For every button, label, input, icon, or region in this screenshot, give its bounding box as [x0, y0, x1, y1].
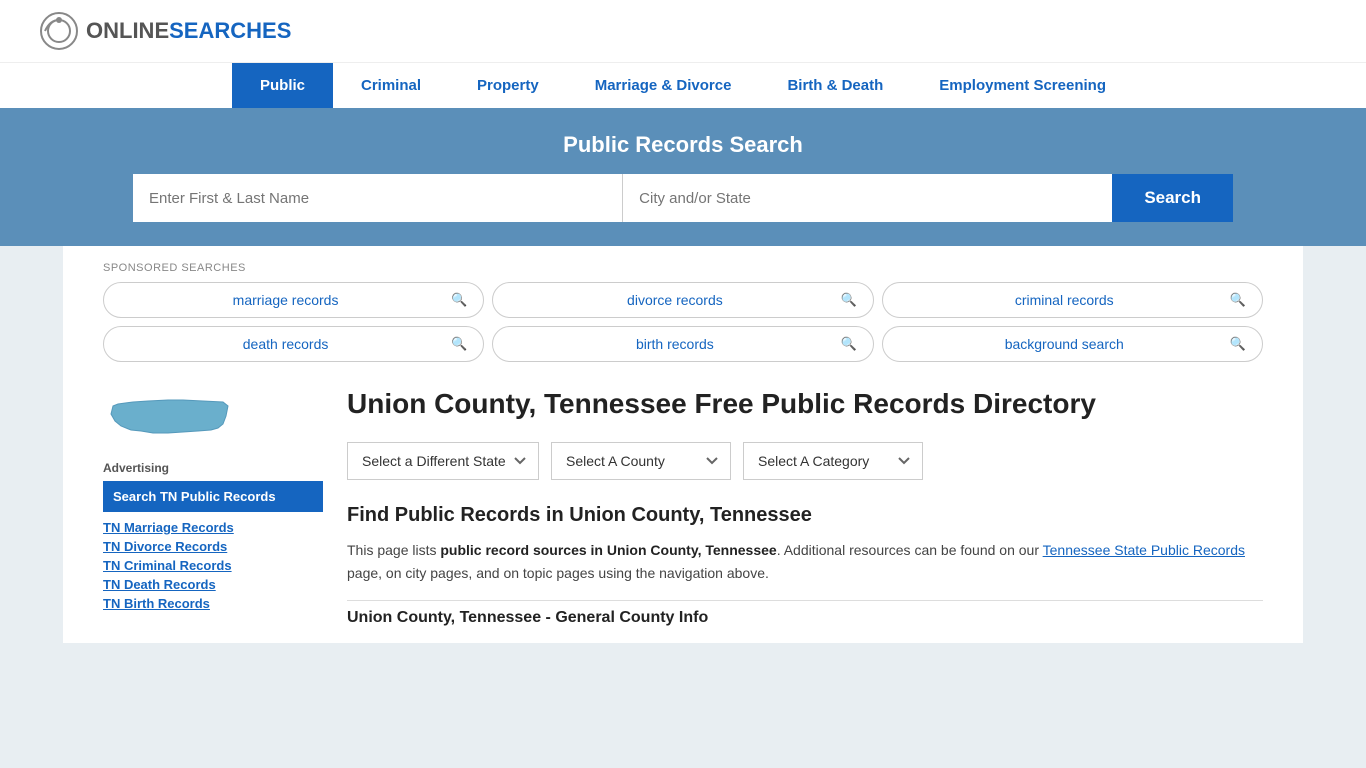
- category-dropdown[interactable]: Select A Category: [743, 442, 923, 480]
- sidebar: Advertising Search TN Public Records TN …: [103, 386, 323, 627]
- sponsored-item-background[interactable]: background search 🔍: [882, 326, 1263, 362]
- nav-birth-death[interactable]: Birth & Death: [759, 63, 911, 108]
- description-link[interactable]: Tennessee State Public Records: [1043, 542, 1245, 558]
- sponsored-item-divorce[interactable]: divorce records 🔍: [492, 282, 873, 318]
- sidebar-link-birth[interactable]: TN Birth Records: [103, 596, 323, 611]
- search-icon-2: 🔍: [1230, 292, 1246, 308]
- sponsored-item-criminal[interactable]: criminal records 🔍: [882, 282, 1263, 318]
- nav-property[interactable]: Property: [449, 63, 567, 108]
- search-icon-1: 🔍: [840, 292, 856, 308]
- header: ONLINESEARCHES: [0, 0, 1366, 62]
- logo-text: ONLINESEARCHES: [86, 18, 291, 44]
- logo[interactable]: ONLINESEARCHES: [40, 12, 291, 50]
- sidebar-ad-highlight[interactable]: Search TN Public Records: [103, 481, 323, 512]
- sponsored-item-birth[interactable]: birth records 🔍: [492, 326, 873, 362]
- search-icon-4: 🔍: [840, 336, 856, 352]
- logo-icon: [40, 12, 78, 50]
- description-text: This page lists public record sources in…: [347, 539, 1263, 584]
- search-form: Search: [133, 174, 1233, 222]
- nav-marriage-divorce[interactable]: Marriage & Divorce: [567, 63, 760, 108]
- description-part1: This page lists: [347, 542, 440, 558]
- tennessee-state-shape: [103, 386, 233, 446]
- sponsored-text-birth: birth records: [509, 336, 840, 352]
- nav-public[interactable]: Public: [232, 63, 333, 108]
- page-title: Union County, Tennessee Free Public Reco…: [347, 386, 1263, 422]
- general-info-heading: Union County, Tennessee - General County…: [347, 609, 1263, 627]
- sidebar-links: TN Marriage Records TN Divorce Records T…: [103, 520, 323, 611]
- sponsored-item-marriage[interactable]: marriage records 🔍: [103, 282, 484, 318]
- sponsored-label: SPONSORED SEARCHES: [103, 262, 1263, 274]
- main-content: Union County, Tennessee Free Public Reco…: [347, 386, 1263, 627]
- state-image-container: [103, 386, 323, 449]
- sponsored-item-death[interactable]: death records 🔍: [103, 326, 484, 362]
- search-icon-5: 🔍: [1230, 336, 1246, 352]
- sponsored-text-divorce: divorce records: [509, 292, 840, 308]
- sidebar-link-marriage[interactable]: TN Marriage Records: [103, 520, 323, 535]
- main-container: SPONSORED SEARCHES marriage records 🔍 di…: [63, 246, 1303, 643]
- name-input[interactable]: [133, 174, 623, 222]
- sidebar-link-death[interactable]: TN Death Records: [103, 577, 323, 592]
- search-button[interactable]: Search: [1112, 174, 1233, 222]
- sponsored-text-death: death records: [120, 336, 451, 352]
- advertising-label: Advertising: [103, 461, 323, 475]
- search-icon-0: 🔍: [451, 292, 467, 308]
- description-part3: page, on city pages, and on topic pages …: [347, 565, 769, 581]
- location-input[interactable]: [623, 174, 1112, 222]
- sponsored-text-background: background search: [899, 336, 1230, 352]
- county-dropdown[interactable]: Select A County: [551, 442, 731, 480]
- state-dropdown[interactable]: Select a Different State: [347, 442, 539, 480]
- dropdowns-row: Select a Different State Select A County…: [347, 442, 1263, 480]
- content-area: Advertising Search TN Public Records TN …: [103, 386, 1263, 627]
- search-banner: Public Records Search Search: [0, 108, 1366, 246]
- nav-employment[interactable]: Employment Screening: [911, 63, 1134, 108]
- sidebar-link-criminal[interactable]: TN Criminal Records: [103, 558, 323, 573]
- main-nav: Public Criminal Property Marriage & Divo…: [0, 62, 1366, 108]
- section-heading: Find Public Records in Union County, Ten…: [347, 504, 1263, 527]
- sponsored-text-criminal: criminal records: [899, 292, 1230, 308]
- nav-criminal[interactable]: Criminal: [333, 63, 449, 108]
- sponsored-grid: marriage records 🔍 divorce records 🔍 cri…: [103, 282, 1263, 362]
- divider: [347, 600, 1263, 601]
- description-part2: . Additional resources can be found on o…: [777, 542, 1043, 558]
- sidebar-link-divorce[interactable]: TN Divorce Records: [103, 539, 323, 554]
- search-icon-3: 🔍: [451, 336, 467, 352]
- description-bold: public record sources in Union County, T…: [440, 542, 776, 558]
- search-banner-title: Public Records Search: [40, 132, 1326, 158]
- sponsored-text-marriage: marriage records: [120, 292, 451, 308]
